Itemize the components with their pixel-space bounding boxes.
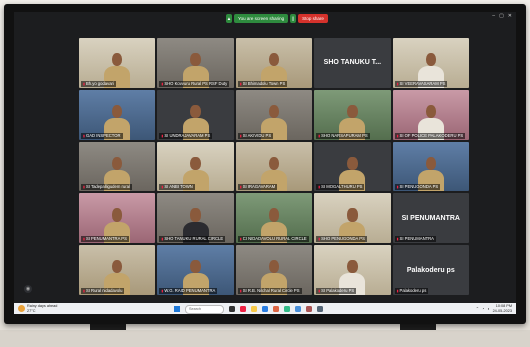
participant-label: SI VEERAVASARAM PS (394, 80, 448, 87)
participant-tile[interactable]: W.G. RAID PENUMANTRA (157, 245, 234, 295)
participant-label: W.G. RAID PENUMANTRA (159, 287, 218, 294)
participant-label: SI UNDRAJAVARAM PS (159, 132, 213, 139)
clock-time: 10:08 PM (495, 304, 512, 308)
participant-label: SI MOGALTHURU PS (316, 184, 365, 191)
chrome-icon[interactable] (284, 306, 290, 312)
participant-grid: Bh.yo godavari SHO Kovvuru Rural PS RSF D… (79, 38, 469, 295)
participant-tile[interactable]: SI MOGALTHURU PS (314, 141, 391, 192)
edge-icon[interactable] (262, 306, 268, 312)
participant-tile[interactable]: SI PENUMANTRASI PENUMANTRA (392, 193, 469, 244)
participant-label: Palakoderu ps (394, 287, 429, 294)
windows-start-icon[interactable] (174, 306, 180, 312)
participant-label: SHO Kovvuru Rural PS RSF Duty (159, 80, 230, 87)
clock[interactable]: 10:08 PM 24-05-2023 (493, 304, 512, 313)
participant-tile[interactable]: SHO PENUGONDA PS (314, 193, 391, 244)
participant-label: SI Tadepalligudem rural (81, 184, 132, 191)
window-controls: – ▢ ✕ (492, 13, 512, 19)
participant-tile[interactable]: SHO TANUKU RURAL CIRCLE (157, 193, 234, 244)
taskbar-apps: Search (174, 304, 323, 314)
clock-date: 24-05-2023 (492, 308, 512, 313)
system-tray: ⌃ ◔ ◖ 10:08 PM 24-05-2023 (476, 304, 512, 313)
participant-label: SI PENUMANTRA PS (81, 236, 129, 243)
participant-tile[interactable]: SI IRAGAVARAM (235, 141, 313, 192)
participant-label: Bh.yo godavari (81, 80, 116, 87)
participant-label: SI ANBI TOWN (159, 184, 195, 191)
floor (0, 330, 530, 347)
participant-tile[interactable]: SI PENUGONDA PS (392, 141, 469, 192)
participant-tile[interactable]: SI Palakoderu PS (314, 245, 391, 295)
participant-tile[interactable]: GAD INSPECTOR (79, 89, 156, 140)
video-call-screen: ▲ You are screen sharing ∥ Stop share – … (14, 12, 516, 314)
participant-tile[interactable]: SI AKIVIDU PS (235, 89, 313, 140)
participant-tile[interactable]: Palakoderu psPalakoderu ps (392, 245, 469, 295)
participant-tile[interactable]: CI NIDADAVOLU RURAL CIRCLE (235, 193, 313, 244)
participant-name-placeholder: SHO TANUKU T... (323, 59, 382, 67)
participant-tile[interactable]: SI ANBI TOWN (157, 141, 234, 192)
search-input[interactable]: Search (185, 304, 224, 314)
participant-tile[interactable]: SI R.B. Nilchal Rural Circle PS (235, 245, 313, 295)
participant-label: SI PENUGONDA PS (394, 184, 441, 191)
participant-label: SI Bhimadolu Town PS (237, 80, 288, 87)
participant-label: SI PENUMANTRA (394, 236, 436, 243)
participant-label: SI AKIVIDU PS (237, 132, 274, 139)
participant-tile[interactable]: SI Rural nidadavolu (79, 245, 156, 295)
participant-tile[interactable]: SI PENUMANTRA PS (79, 193, 156, 244)
store-icon[interactable] (273, 306, 279, 312)
participant-tile[interactable]: SI OF POLICE PALAKODERU PS (392, 89, 469, 140)
participant-label: SI IRAGAVARAM (237, 184, 278, 191)
app-icon[interactable] (317, 306, 323, 312)
taskview-icon[interactable] (229, 306, 235, 312)
zoom-icon[interactable] (295, 306, 301, 312)
participant-label: CI NIDADAVOLU RURAL CIRCLE (237, 236, 309, 243)
participant-label: SI OF POLICE PALAKODERU PS (394, 132, 466, 139)
participant-label: SI Palakoderu PS (316, 287, 357, 294)
participant-tile[interactable]: SI UNDRAJAVARAM PS (157, 89, 234, 140)
app-icon[interactable] (240, 306, 246, 312)
wifi-icon[interactable]: ◔ (482, 307, 484, 311)
app-icon[interactable] (306, 306, 312, 312)
folder-icon[interactable] (251, 306, 257, 312)
participant-label: SHO TANUKU RURAL CIRCLE (159, 236, 226, 243)
participant-label: SI Rural nidadavolu (81, 287, 125, 294)
participant-label: SI R.B. Nilchal Rural Circle PS (237, 287, 302, 294)
weather-text: Rainy days ahead (27, 304, 58, 308)
weather-temp: 27°C (27, 308, 36, 313)
windows-taskbar: Rainy days ahead 27°C Search ⌃ ◔ ◖ 10:08… (14, 303, 516, 314)
participant-label: GAD INSPECTOR (81, 132, 123, 139)
participant-tile[interactable]: Bh.yo godavari (79, 38, 156, 88)
restore-icon[interactable]: ▢ (499, 13, 504, 19)
pause-icon[interactable]: ∥ (290, 14, 297, 23)
participant-tile[interactable]: SI Tadepalligudem rural (79, 141, 156, 192)
participant-label: SHO PENUGONDA PS (316, 236, 367, 243)
participant-tile[interactable]: SHO NARSAPURAM PS (314, 89, 391, 140)
close-icon[interactable]: ✕ (508, 13, 512, 19)
volume-icon[interactable]: ◖ (487, 307, 489, 311)
chrome-taskbar-icon[interactable]: ◉ (24, 285, 32, 293)
participant-tile[interactable]: SHO TANUKU T... (314, 38, 391, 88)
weather-icon (18, 305, 25, 312)
participant-tile[interactable]: SI VEERAVASARAM PS (392, 38, 469, 88)
participant-tile[interactable]: SHO Kovvuru Rural PS RSF Duty (157, 38, 234, 88)
stop-share-button[interactable]: Stop share (298, 14, 328, 23)
chevron-up-icon[interactable]: ⌃ (476, 306, 479, 311)
minimize-icon[interactable]: – (492, 13, 495, 19)
weather-widget[interactable]: Rainy days ahead 27°C (18, 304, 57, 313)
participant-tile[interactable]: SI Bhimadolu Town PS (235, 38, 313, 88)
participant-label: SHO NARSAPURAM PS (316, 132, 370, 139)
share-icon: ▲ (226, 14, 232, 23)
sharing-status: You are screen sharing (234, 14, 289, 23)
screen-share-bar: ▲ You are screen sharing ∥ Stop share (226, 14, 328, 23)
